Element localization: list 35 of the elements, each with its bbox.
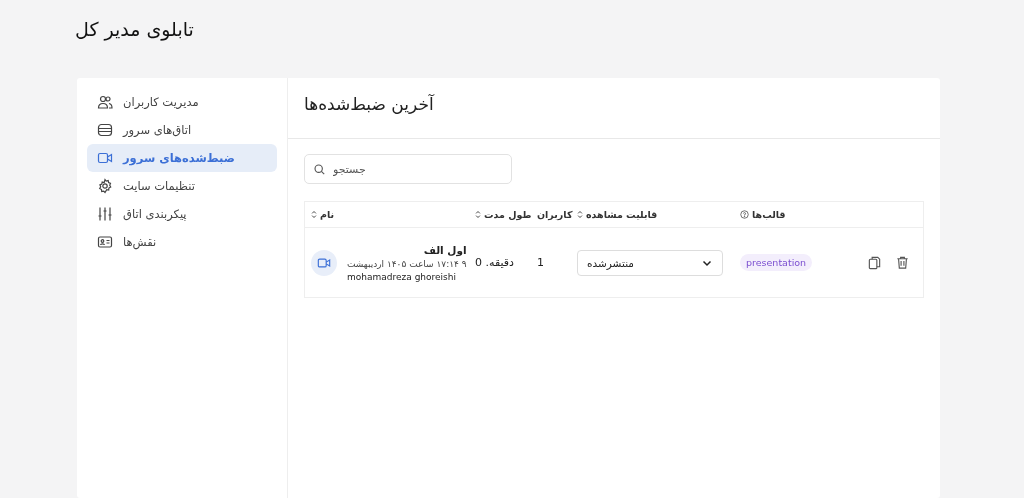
- column-header: قالب‌ها: [740, 202, 858, 227]
- sidebar-item[interactable]: مدیریت کاربران: [87, 88, 277, 116]
- video-camera-icon: [97, 150, 113, 166]
- column-header: کاربران: [537, 208, 574, 223]
- visibility-dropdown[interactable]: منتشرشده: [577, 249, 723, 276]
- sort-icon: [475, 210, 481, 219]
- help-icon: [740, 210, 749, 219]
- sidebar-item[interactable]: ضبط‌شده‌های سرور: [87, 144, 277, 172]
- table-cell: 1: [537, 256, 544, 269]
- sort-icon: [577, 210, 583, 219]
- sidebar-item[interactable]: پیکربندی اتاق: [87, 200, 277, 228]
- page-title: تابلوی مدیر کل: [75, 17, 195, 43]
- sidebar-item[interactable]: نقش‌ها: [87, 228, 277, 256]
- video-camera-icon: [311, 249, 337, 276]
- settings-icon: [97, 178, 113, 194]
- search-field[interactable]: جستجو: [304, 154, 512, 184]
- search-icon: [313, 163, 326, 176]
- section-title: آخرین ضبط‌شده‌ها: [288, 78, 940, 139]
- sliders-icon: [97, 206, 113, 222]
- id-card-icon: [97, 234, 113, 250]
- table-cell: دقیقه. 0: [475, 256, 514, 269]
- sidebar-item[interactable]: اتاق‌های سرور: [87, 116, 277, 144]
- recording-name: اول الف: [422, 243, 467, 256]
- copy-icon[interactable]: [867, 255, 882, 270]
- recording-owner: mohamadreza ghoreishi: [347, 271, 457, 282]
- sort-icon: [311, 210, 317, 219]
- sidebar-item[interactable]: تنظیمات سایت: [87, 172, 277, 200]
- users-icon: [97, 94, 113, 110]
- trash-icon[interactable]: [895, 255, 910, 270]
- format-tag: presentation: [740, 254, 813, 271]
- server-icon: [97, 122, 113, 138]
- column-header[interactable]: طول مدت: [475, 202, 537, 227]
- recording-date: ۹ ۱۷:۱۴ ساعت ۱۴۰۵ اردیبهشت: [347, 258, 467, 269]
- column-header[interactable]: قابلیت مشاهده: [577, 202, 740, 227]
- column-header[interactable]: نام: [305, 202, 475, 227]
